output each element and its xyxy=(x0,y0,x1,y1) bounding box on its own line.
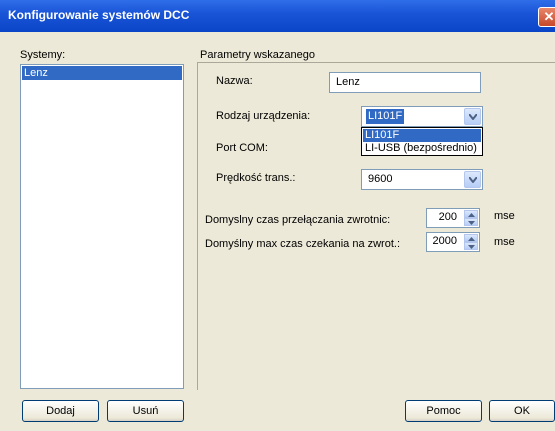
window-title: Konfigurowanie systemów DCC xyxy=(8,8,190,22)
max-wait-value: 2000 xyxy=(432,235,457,247)
add-button[interactable]: Dodaj xyxy=(22,400,99,422)
name-label: Nazwa: xyxy=(216,75,253,87)
dialog-window: Konfigurowanie systemów DCC ✕ Systemy: L… xyxy=(0,0,555,431)
com-port-label: Port COM: xyxy=(216,142,268,154)
help-button[interactable]: Pomoc xyxy=(405,400,482,422)
switch-time-value: 200 xyxy=(438,211,457,223)
spin-down-icon[interactable] xyxy=(464,218,478,226)
device-type-option[interactable]: LI101F xyxy=(363,129,481,142)
params-group-label: Parametry wskazanego xyxy=(200,49,315,61)
device-type-value: LI101F xyxy=(366,109,405,124)
device-type-select[interactable]: LI101F xyxy=(361,106,483,127)
switch-time-label: Domyslny czas przełączania zwrotnic: xyxy=(205,214,391,226)
remove-button[interactable]: Usuń xyxy=(107,400,184,422)
speed-value: 9600 xyxy=(368,173,393,185)
ok-button[interactable]: OK xyxy=(489,400,555,422)
title-bar[interactable]: Konfigurowanie systemów DCC ✕ xyxy=(0,0,555,32)
systems-list[interactable]: Lenz xyxy=(20,64,184,389)
systems-label: Systemy: xyxy=(20,49,66,61)
close-icon[interactable]: ✕ xyxy=(538,7,555,27)
switch-time-stepper[interactable]: 200 xyxy=(426,208,480,228)
switch-time-unit: mse xyxy=(494,210,515,222)
device-type-option[interactable]: LI-USB (bezpośrednio) xyxy=(363,142,481,155)
speed-label: Prędkość trans.: xyxy=(216,172,296,184)
max-wait-stepper[interactable]: 2000 xyxy=(426,232,480,252)
device-type-dropdown: LI101F LI-USB (bezpośrednio) xyxy=(361,127,483,156)
max-wait-label: Domyślny max czas czekania na zwrot.: xyxy=(205,238,401,250)
device-type-label: Rodzaj urządzenia: xyxy=(216,110,311,122)
chevron-down-icon[interactable] xyxy=(464,171,481,188)
list-item[interactable]: Lenz xyxy=(22,66,182,80)
chevron-down-icon[interactable] xyxy=(464,108,481,125)
spin-up-icon[interactable] xyxy=(464,234,478,242)
speed-select[interactable]: 9600 xyxy=(361,169,483,190)
spin-down-icon[interactable] xyxy=(464,242,478,250)
max-wait-unit: mse xyxy=(494,236,515,248)
spin-up-icon[interactable] xyxy=(464,210,478,218)
name-field[interactable]: Lenz xyxy=(329,72,481,93)
